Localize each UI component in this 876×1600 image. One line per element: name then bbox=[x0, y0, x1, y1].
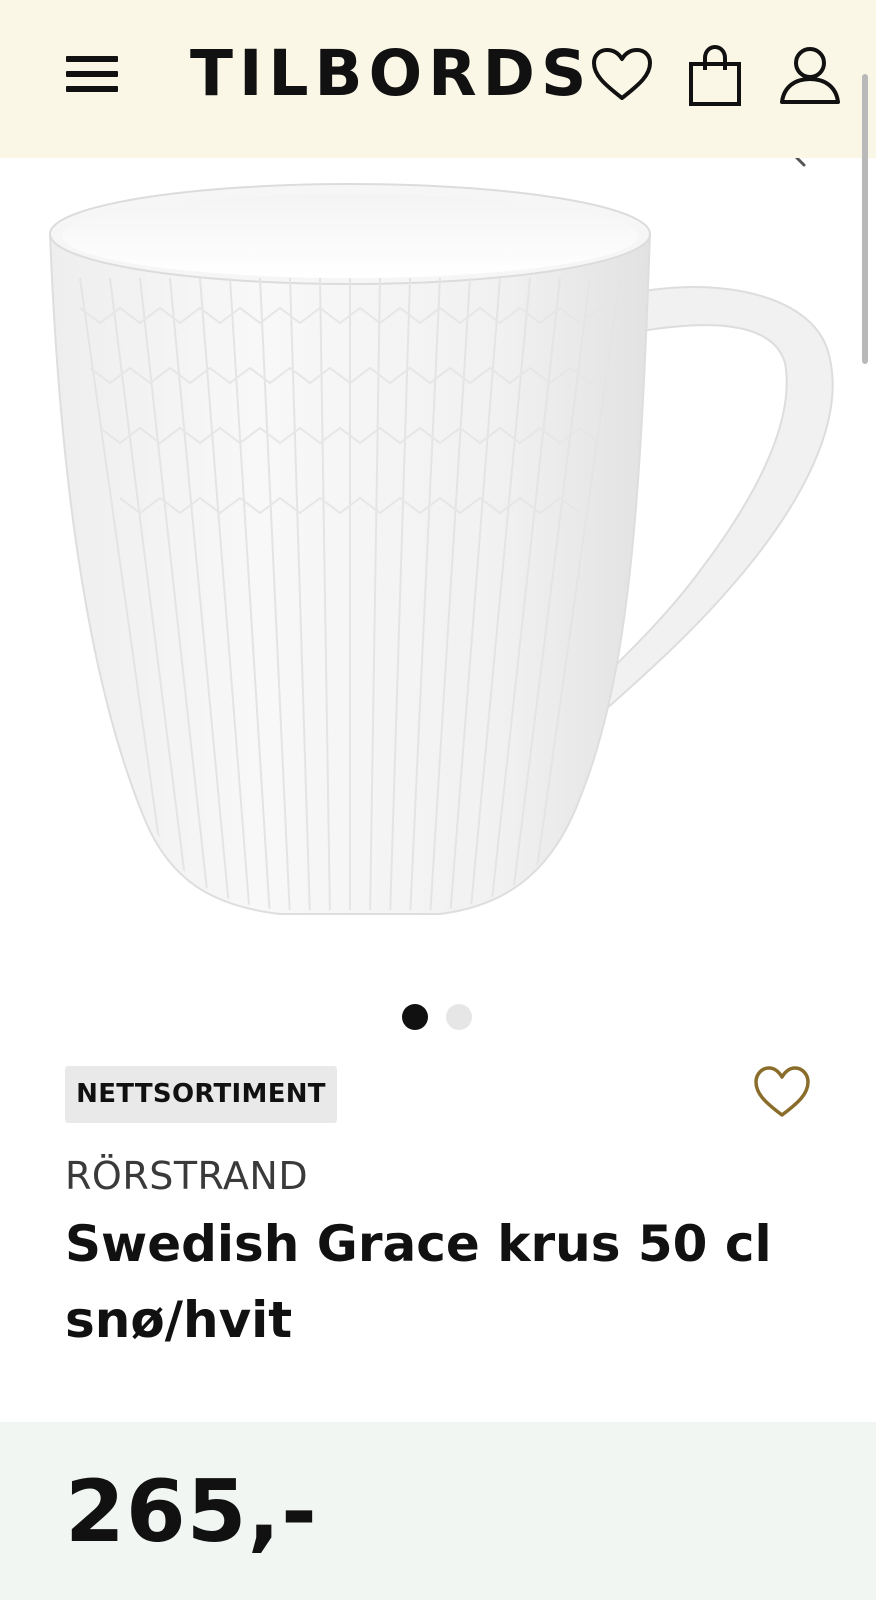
product-brand[interactable]: RÖRSTRAND bbox=[65, 1152, 308, 1200]
page-scrollbar[interactable] bbox=[862, 74, 868, 364]
shopping-bag-icon[interactable] bbox=[684, 44, 748, 108]
nettsortiment-badge: NETTSORTIMENT bbox=[65, 1066, 337, 1123]
user-account-icon[interactable] bbox=[778, 44, 842, 108]
site-logo[interactable]: TILBORDS bbox=[190, 34, 592, 114]
favorite-heart-icon[interactable] bbox=[752, 1063, 812, 1121]
product-price: 265,- bbox=[65, 1462, 318, 1562]
site-header: TILBORDS bbox=[0, 0, 876, 158]
wishlist-heart-icon[interactable] bbox=[590, 44, 654, 108]
product-image-mug[interactable] bbox=[0, 158, 876, 978]
hamburger-menu-icon[interactable] bbox=[64, 50, 120, 98]
carousel-dot-2[interactable] bbox=[446, 1004, 472, 1030]
price-panel: 265,- bbox=[0, 1422, 876, 1600]
product-title: Swedish Grace krus 50 cl snø/hvit bbox=[65, 1215, 772, 1349]
image-carousel-dots bbox=[402, 1004, 482, 1030]
carousel-dot-1-active[interactable] bbox=[402, 1004, 428, 1030]
